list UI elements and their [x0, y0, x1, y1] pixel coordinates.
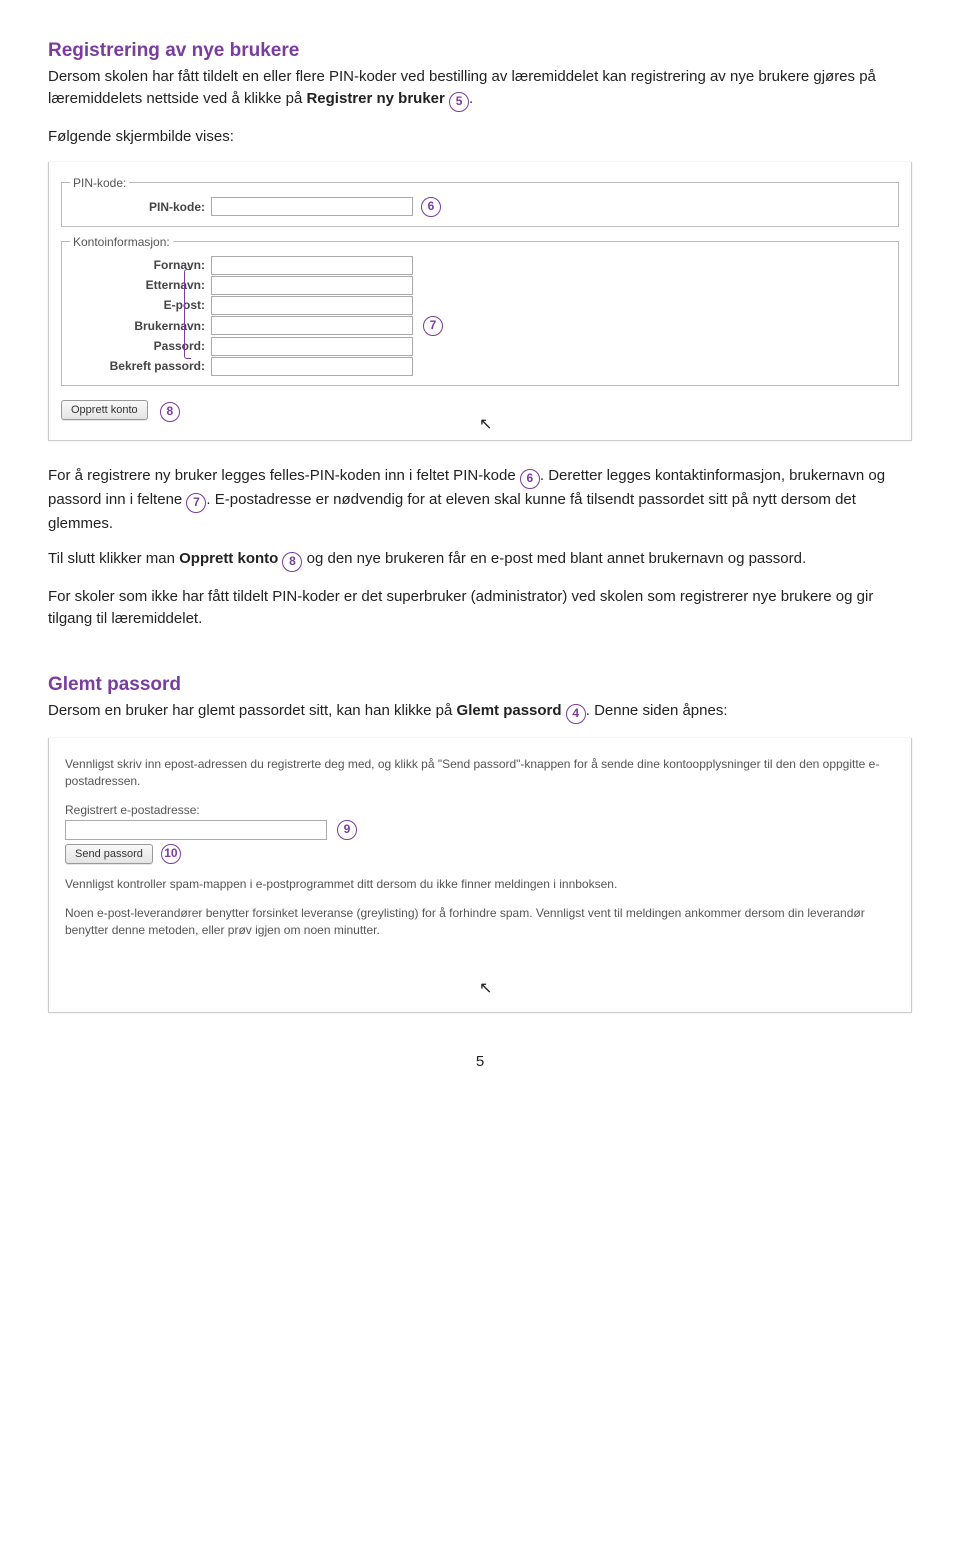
ref-7-icon: 7	[186, 493, 206, 513]
input-registered-email[interactable]	[65, 820, 327, 840]
input-etternavn[interactable]	[211, 276, 413, 295]
send-passord-button[interactable]: Send passord	[65, 844, 153, 864]
panel2-p3: Noen e-post-leverandører benytter forsin…	[65, 905, 895, 940]
text: og den nye brukeren får en e-post med bl…	[302, 550, 806, 567]
ref-8-icon: 8	[282, 552, 302, 572]
input-passord[interactable]	[211, 337, 413, 356]
screenshot-registration-form: PIN-kode: PIN-kode: 6 Kontoinformasjon: …	[48, 162, 912, 441]
heading-glemt-passord: Glemt passord	[48, 674, 912, 696]
ref-4-icon: 4	[566, 704, 586, 724]
bold-glemt-passord: Glemt passord	[457, 702, 562, 719]
ref-10-icon: 10	[161, 844, 181, 864]
cursor-icon: ↖	[479, 414, 492, 434]
opprett-konto-button[interactable]: Opprett konto	[61, 400, 148, 420]
panel2-p1: Vennligst skriv inn epost-adressen du re…	[65, 756, 895, 791]
page-number: 5	[48, 1053, 912, 1070]
email-label: Registrert e-postadresse:	[65, 803, 895, 817]
bold-opprett-konto: Opprett konto	[179, 550, 278, 567]
glemt-intro: Dersom en bruker har glemt passordet sit…	[48, 700, 912, 724]
text: . Denne siden åpnes:	[586, 702, 728, 719]
text	[562, 702, 566, 719]
ref-6-icon: 6	[421, 197, 441, 217]
ref-9-icon: 9	[337, 820, 357, 840]
explain-p1: For å registrere ny bruker legges felles…	[48, 465, 912, 535]
bold-registrer-ny-bruker: Registrer ny bruker	[306, 90, 444, 107]
input-fornavn[interactable]	[211, 256, 413, 275]
fieldset-pin: PIN-kode: PIN-kode: 6	[61, 176, 899, 227]
text: Dersom en bruker har glemt passordet sit…	[48, 702, 457, 719]
explain-p2: Til slutt klikker man Opprett konto 8 og…	[48, 548, 912, 572]
heading-registrering: Registrering av nye brukere	[48, 40, 912, 62]
legend-pin: PIN-kode:	[70, 176, 129, 190]
label-bekreft: Bekreft passord:	[70, 359, 211, 373]
label-pin-kode: PIN-kode:	[70, 200, 211, 214]
input-brukernavn[interactable]	[211, 316, 413, 335]
bracket-icon	[184, 269, 191, 359]
explain-p3: For skoler som ikke har fått tildelt PIN…	[48, 586, 912, 630]
ref-7-icon: 7	[423, 316, 443, 336]
ref-5-icon: 5	[449, 92, 469, 112]
following-text: Følgende skjermbilde vises:	[48, 126, 912, 148]
fieldset-kontoinfo: Kontoinformasjon: Fornavn: Etternavn: E-…	[61, 235, 899, 386]
input-bekreft[interactable]	[211, 357, 413, 376]
ref-6-icon: 6	[520, 469, 540, 489]
screenshot-forgot-password: Vennligst skriv inn epost-adressen du re…	[48, 738, 912, 1013]
input-pin-kode[interactable]	[211, 197, 413, 216]
intro-paragraph: Dersom skolen har fått tildelt en eller …	[48, 66, 912, 112]
cursor-icon: ↖	[479, 978, 492, 998]
text: For å registrere ny bruker legges felles…	[48, 467, 520, 484]
text: .	[469, 90, 473, 107]
legend-kontoinfo: Kontoinformasjon:	[70, 235, 173, 249]
input-epost[interactable]	[211, 296, 413, 315]
ref-8-icon: 8	[160, 402, 180, 422]
text: Til slutt klikker man	[48, 550, 179, 567]
panel2-p2: Vennligst kontroller spam-mappen i e-pos…	[65, 876, 895, 893]
